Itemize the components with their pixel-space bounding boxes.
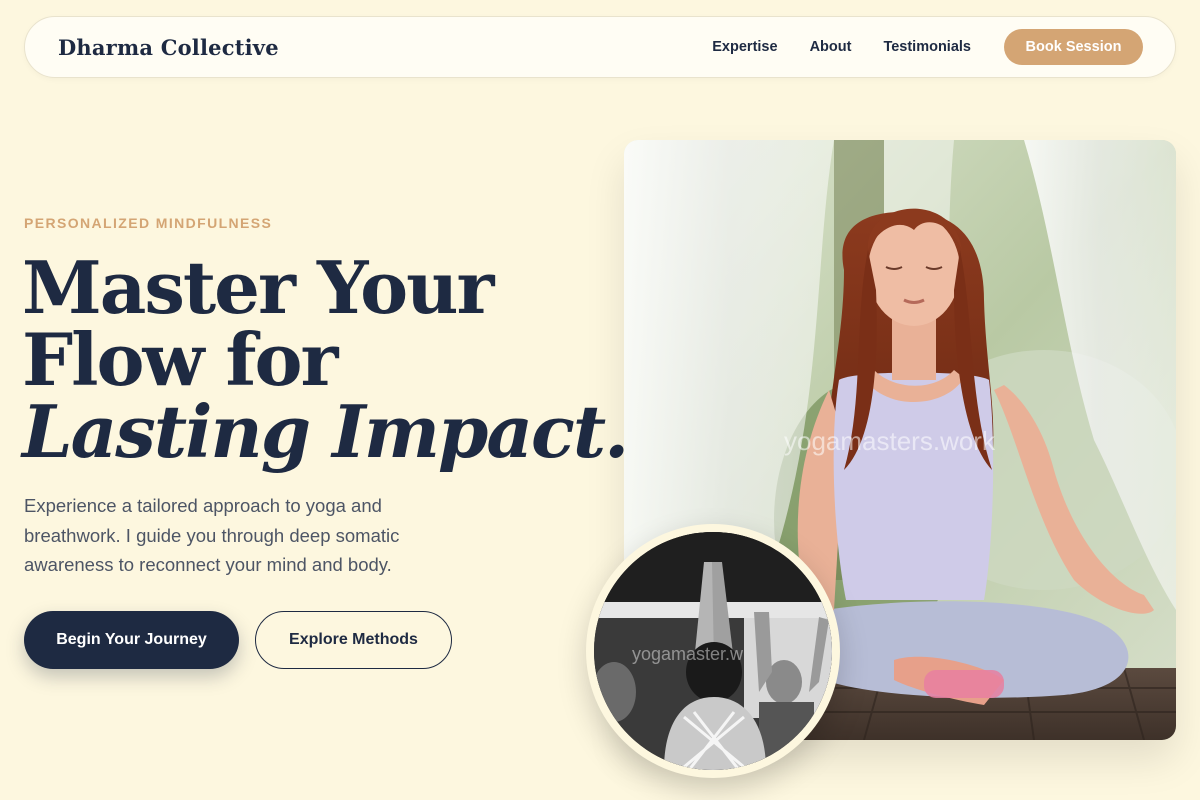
headline-line-2: Flow for bbox=[22, 317, 338, 402]
main-photo-watermark: yogamasters.work bbox=[784, 426, 996, 456]
nav-link-testimonials[interactable]: Testimonials bbox=[883, 39, 971, 55]
hero-eyebrow: PERSONALIZED MINDFULNESS bbox=[24, 215, 273, 231]
nav-links: Expertise About Testimonials bbox=[712, 39, 971, 55]
group-class-photo: yogamaster.w bbox=[586, 524, 840, 778]
hero-description: Experience a tailored approach to yoga a… bbox=[24, 495, 400, 575]
headline-line-3: Lasting Impact. bbox=[22, 389, 629, 474]
begin-journey-button[interactable]: Begin Your Journey bbox=[24, 611, 239, 669]
top-navigation: Dharma Collective Expertise About Testim… bbox=[24, 16, 1176, 78]
brand-logo[interactable]: Dharma Collective bbox=[58, 35, 279, 60]
hero-headline: Master Your Flow for Lasting Impact. bbox=[22, 245, 629, 474]
book-session-button[interactable]: Book Session bbox=[1004, 29, 1143, 65]
explore-methods-button[interactable]: Explore Methods bbox=[255, 611, 452, 669]
circle-photo-watermark: yogamaster.w bbox=[632, 644, 744, 664]
headline-line-1: Master Your bbox=[22, 245, 494, 330]
nav-link-expertise[interactable]: Expertise bbox=[712, 39, 777, 55]
nav-link-about[interactable]: About bbox=[810, 39, 852, 55]
